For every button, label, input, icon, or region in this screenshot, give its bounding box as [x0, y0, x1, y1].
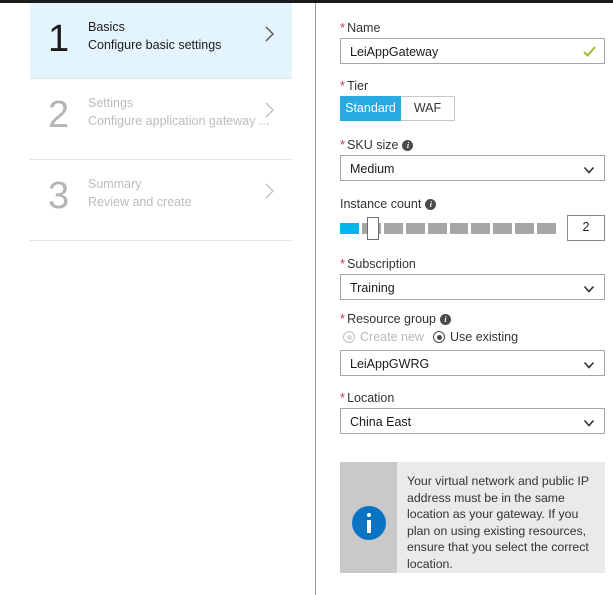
slider-segment	[537, 223, 557, 234]
step-subtitle: Configure application gateway ...	[88, 114, 270, 128]
location-label: * Location	[340, 390, 394, 406]
name-label: * Name	[340, 20, 380, 36]
vertical-divider	[315, 3, 316, 595]
subscription-label: * Subscription	[340, 256, 416, 272]
slider-segment	[493, 223, 513, 234]
radio-button-icon	[343, 331, 355, 343]
callout-text: Your virtual network and public IP addre…	[407, 474, 589, 571]
basics-form-panel: * Name LeiAppGateway * Tier Standard WAF *…	[317, 3, 613, 595]
step-title: Basics	[88, 20, 125, 34]
resource-group-value: LeiAppGWRG	[350, 357, 430, 371]
callout-icon-column	[340, 462, 397, 573]
instance-count-slider-wrap: 2	[340, 214, 605, 242]
resource-group-label: * Resource group i	[340, 311, 452, 327]
required-indicator: *	[340, 390, 346, 405]
tier-option-standard[interactable]: Standard	[340, 96, 401, 121]
check-valid-icon	[582, 44, 597, 59]
chevron-down-icon	[583, 358, 595, 370]
chevron-right-icon	[264, 182, 276, 200]
instance-count-label-text: Instance count	[340, 197, 422, 211]
subscription-dropdown[interactable]: Training	[340, 274, 605, 300]
location-label-text: Location	[347, 391, 395, 405]
app-gateway-create-blade: 1 Basics Configure basic settings 2 Sett…	[0, 0, 613, 595]
info-icon[interactable]: i	[440, 314, 452, 325]
info-icon[interactable]: i	[425, 199, 437, 210]
step-title: Summary	[88, 177, 142, 191]
wizard-step-settings[interactable]: 2 Settings Configure application gateway…	[30, 79, 292, 154]
slider-segment	[515, 223, 535, 234]
step-subtitle: Configure basic settings	[88, 38, 222, 52]
wizard-step-basics[interactable]: 1 Basics Configure basic settings	[30, 3, 292, 78]
step-title: Settings	[88, 96, 134, 110]
chevron-down-icon	[583, 282, 595, 294]
required-indicator: *	[340, 78, 346, 93]
instance-count-input[interactable]: 2	[567, 215, 605, 241]
info-circle-icon	[352, 506, 386, 540]
tier-label-text: Tier	[347, 79, 369, 93]
tier-label: * Tier	[340, 78, 368, 94]
location-dropdown[interactable]: China East	[340, 408, 605, 434]
step-subtitle: Review and create	[88, 195, 192, 209]
required-indicator: *	[340, 20, 346, 35]
sku-size-label: * SKU size i	[340, 137, 414, 153]
slider-segment	[471, 223, 491, 234]
resource-group-label-text: Resource group	[347, 312, 437, 326]
sku-size-label-text: SKU size	[347, 138, 399, 152]
slider-segment	[383, 223, 403, 234]
required-indicator: *	[340, 256, 346, 271]
sku-size-dropdown[interactable]: Medium	[340, 155, 605, 181]
chevron-right-icon	[264, 101, 276, 119]
subscription-label-text: Subscription	[347, 257, 416, 271]
name-input-value: LeiAppGateway	[350, 45, 439, 59]
radio-create-new-label: Create new	[360, 330, 424, 344]
step-separator	[30, 240, 291, 241]
name-label-text: Name	[347, 21, 381, 35]
resource-group-dropdown[interactable]: LeiAppGWRG	[340, 350, 605, 376]
radio-create-new[interactable]: Create new	[343, 329, 424, 345]
info-icon[interactable]: i	[402, 140, 414, 151]
name-input[interactable]: LeiAppGateway	[340, 38, 605, 64]
location-value: China East	[350, 415, 412, 429]
required-indicator: *	[340, 311, 346, 326]
radio-use-existing-label: Use existing	[450, 330, 519, 344]
step-number: 2	[48, 94, 70, 136]
slider-thumb[interactable]	[367, 217, 379, 240]
info-callout: Your virtual network and public IP addre…	[340, 462, 605, 573]
slider-segment	[427, 223, 447, 234]
required-indicator: *	[340, 137, 346, 152]
subscription-value: Training	[350, 281, 395, 295]
wizard-steps-panel: 1 Basics Configure basic settings 2 Sett…	[0, 3, 316, 595]
step-number: 3	[48, 175, 70, 217]
tier-toggle-group: Standard WAF	[340, 96, 455, 121]
radio-use-existing[interactable]: Use existing	[433, 329, 518, 345]
sku-size-value: Medium	[350, 162, 395, 176]
slider-segment	[449, 223, 469, 234]
slider-segment	[405, 223, 425, 234]
chevron-down-icon	[583, 163, 595, 175]
chevron-down-icon	[583, 416, 595, 428]
wizard-step-summary[interactable]: 3 Summary Review and create	[30, 160, 292, 235]
radio-button-selected-icon	[433, 331, 445, 343]
instance-count-label: Instance count i	[340, 196, 437, 212]
tier-option-waf[interactable]: WAF	[401, 96, 455, 121]
chevron-right-icon	[264, 25, 276, 43]
step-number: 1	[48, 18, 70, 60]
slider-segment	[340, 223, 359, 234]
instance-count-value: 2	[582, 220, 590, 234]
